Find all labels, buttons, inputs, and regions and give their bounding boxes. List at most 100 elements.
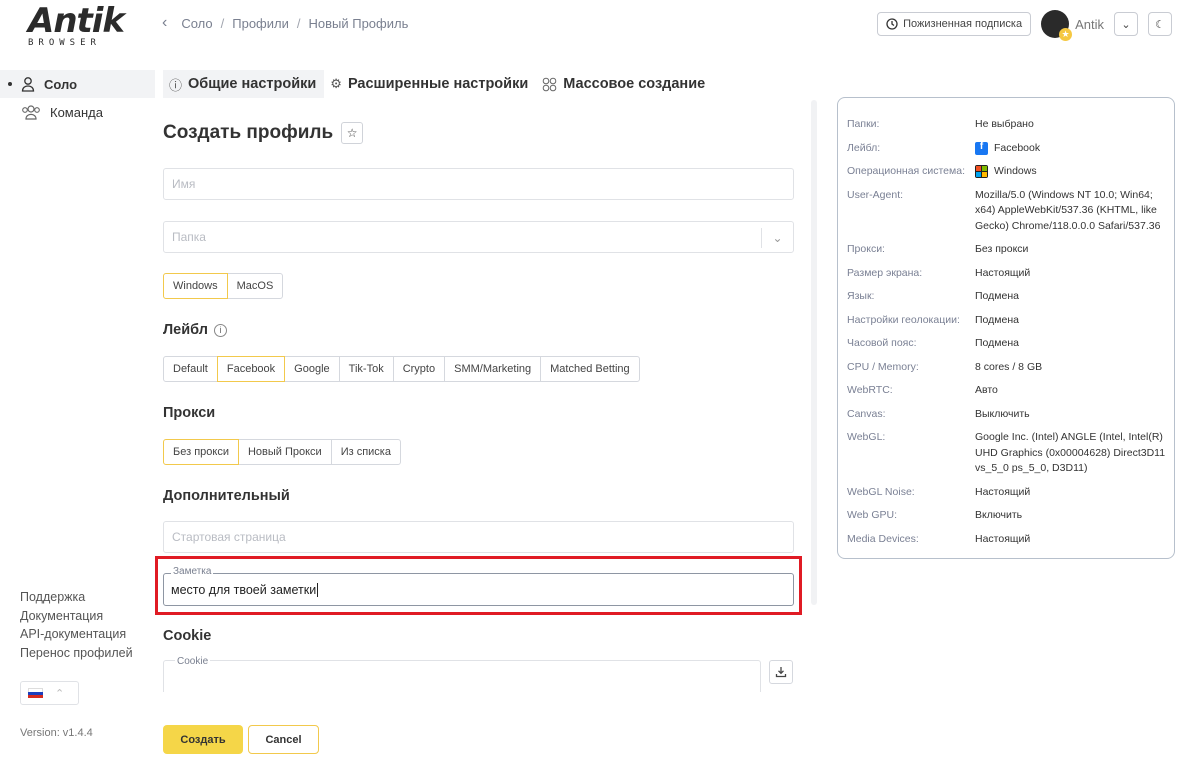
star-badge-icon: ★ xyxy=(1059,28,1073,41)
label-option-crypto[interactable]: Crypto xyxy=(392,356,446,382)
proxy-option-new[interactable]: Новый Прокси xyxy=(237,439,332,465)
extra-section-heading: Дополнительный xyxy=(163,488,290,504)
proxy-option-from-list[interactable]: Из списка xyxy=(330,439,401,465)
summary-key: Canvas: xyxy=(847,407,886,420)
avatar[interactable]: ★ xyxy=(1041,10,1073,41)
language-selector[interactable]: ⌃ xyxy=(20,681,79,705)
label-option-google[interactable]: Google xyxy=(284,356,340,382)
link-api-docs[interactable]: API-документация xyxy=(20,625,133,644)
favorite-star-icon[interactable]: ☆ xyxy=(341,122,364,144)
version-text: Version: v1.4.4 xyxy=(20,727,93,739)
theme-moon-icon[interactable]: ☾ xyxy=(1148,12,1172,36)
info-icon: ⓘ xyxy=(169,77,183,93)
profile-summary-panel: Папки: Не выбрано Лейбл: f Facebook Операци… xyxy=(837,97,1175,559)
proxy-option-none[interactable]: Без прокси xyxy=(163,439,239,465)
summary-row: Операционная система: Windows xyxy=(847,164,1174,180)
folder-select[interactable]: Папка ⌄ xyxy=(163,221,794,253)
cookie-label: Cookie xyxy=(175,656,211,667)
summary-value: Включить xyxy=(975,509,1023,521)
info-icon[interactable]: i xyxy=(213,323,227,337)
header-controls: Пожизненная подписка ★ Antik ⌄ ☾ xyxy=(877,10,1172,41)
summary-key: CPU / Memory: xyxy=(847,360,919,373)
sidebar-item-team[interactable]: Команда xyxy=(0,98,155,126)
summary-row: CPU / Memory: 8 cores / 8 GB xyxy=(847,360,1174,376)
sidebar-item-label: Соло xyxy=(44,76,78,92)
tab-label: Массовое создание xyxy=(563,76,706,92)
form-scrollbar[interactable] xyxy=(811,100,817,605)
summary-row: Прокси: Без прокси xyxy=(847,242,1174,258)
summary-value: Подмена xyxy=(975,313,1019,326)
clock-icon xyxy=(886,18,898,30)
start-page-input[interactable]: Стартовая страница xyxy=(163,521,794,553)
user-icon xyxy=(21,77,35,92)
label-option-tiktok[interactable]: Tik-Tok xyxy=(338,356,394,382)
link-profile-transfer[interactable]: Перенос профилей xyxy=(20,644,133,663)
summary-key: User-Agent: xyxy=(847,188,904,201)
label-option-matched-betting[interactable]: Matched Betting xyxy=(540,356,640,382)
label-option-smm[interactable]: SMM/Marketing xyxy=(444,356,542,382)
summary-row: WebGL: Google Inc. (Intel) ANGLE (Intel, … xyxy=(847,430,1174,477)
summary-value-text: Facebook xyxy=(994,141,1041,154)
os-selector: Windows MacOS xyxy=(163,273,284,299)
sidebar-item-solo[interactable]: Соло xyxy=(0,70,155,98)
summary-value: Авто xyxy=(975,384,998,396)
link-docs[interactable]: Документация xyxy=(20,607,133,626)
label-option-facebook[interactable]: Facebook xyxy=(216,356,286,382)
user-menu-chevron-icon[interactable]: ⌄ xyxy=(1114,12,1138,36)
download-icon[interactable] xyxy=(769,660,793,684)
back-arrow-icon[interactable]: ‹ xyxy=(162,14,167,32)
os-option-macos[interactable]: MacOS xyxy=(226,273,284,299)
summary-row: Папки: Не выбрано xyxy=(847,117,1174,133)
sidebar: Соло Команда xyxy=(0,70,155,126)
cancel-button[interactable]: Cancel xyxy=(248,725,319,754)
link-support[interactable]: Поддержка xyxy=(20,588,133,607)
tab-advanced[interactable]: ⚙ Расширенные настройки xyxy=(324,70,536,98)
page-title-row: Создать профиль ☆ xyxy=(163,122,364,144)
summary-row: Canvas: Выключить xyxy=(847,407,1174,423)
summary-key: Операционная система: xyxy=(847,165,966,177)
breadcrumb-profiles[interactable]: Профили xyxy=(232,16,289,31)
summary-key: Web GPU: xyxy=(847,509,897,521)
subscription-label: Пожизненная подписка xyxy=(903,18,1023,30)
breadcrumb: ‹ Соло / Профили / Новый Профиль xyxy=(162,14,408,32)
sidebar-links: Поддержка Документация API-документация … xyxy=(20,588,133,662)
breadcrumb-new-profile: Новый Профиль xyxy=(308,15,409,31)
os-option-windows[interactable]: Windows xyxy=(163,273,228,299)
chevron-down-icon[interactable]: ⌄ xyxy=(761,228,793,248)
label-option-default[interactable]: Default xyxy=(163,356,218,382)
tab-label: Общие настройки xyxy=(188,76,317,92)
summary-row: Web GPU: Включить xyxy=(847,508,1174,524)
summary-key: WebGL Noise: xyxy=(847,485,915,498)
summary-key: Лейбл: xyxy=(847,141,881,154)
summary-row: Настройки геолокации: Подмена xyxy=(847,313,1174,329)
name-input[interactable]: Имя xyxy=(163,168,794,200)
summary-value-text: Windows xyxy=(994,165,1037,177)
antik-logo[interactable]: Antik BROWSER xyxy=(28,4,125,48)
breadcrumb-separator: / xyxy=(296,15,301,31)
summary-key: WebGL: xyxy=(847,431,886,443)
create-button[interactable]: Создать xyxy=(163,725,243,754)
tab-bulk-create[interactable]: Массовое создание xyxy=(536,70,713,98)
subscription-button[interactable]: Пожизненная подписка xyxy=(877,12,1032,36)
summary-row: User-Agent: Mozilla/5.0 (Windows NT 10.0;… xyxy=(847,188,1174,235)
summary-key: Размер экрана: xyxy=(847,266,923,279)
chevron-up-icon: ⌃ xyxy=(55,687,65,700)
sidebar-item-label: Команда xyxy=(50,104,103,120)
summary-value: f Facebook xyxy=(975,141,1167,157)
summary-value: Подмена xyxy=(975,290,1019,302)
cookie-textarea[interactable] xyxy=(163,660,761,692)
summary-value: 8 cores / 8 GB xyxy=(975,360,1043,373)
breadcrumb-separator: / xyxy=(220,15,225,31)
summary-key: Прокси: xyxy=(847,243,885,255)
breadcrumb-solo[interactable]: Соло xyxy=(181,16,212,31)
tab-general[interactable]: ⓘ Общие настройки xyxy=(163,70,325,98)
note-input[interactable]: место для твоей заметки xyxy=(163,573,794,606)
summary-row: WebGL Noise: Настоящий xyxy=(847,485,1174,501)
summary-key: WebRTC: xyxy=(847,384,893,396)
summary-row: Размер экрана: Настоящий xyxy=(847,266,1174,282)
text-cursor xyxy=(317,582,319,597)
note-value: место для твоей заметки xyxy=(171,582,317,597)
label-section-heading: Лейбл i xyxy=(163,322,227,338)
user-name[interactable]: Antik xyxy=(1075,17,1104,32)
russia-flag-icon xyxy=(28,688,43,698)
